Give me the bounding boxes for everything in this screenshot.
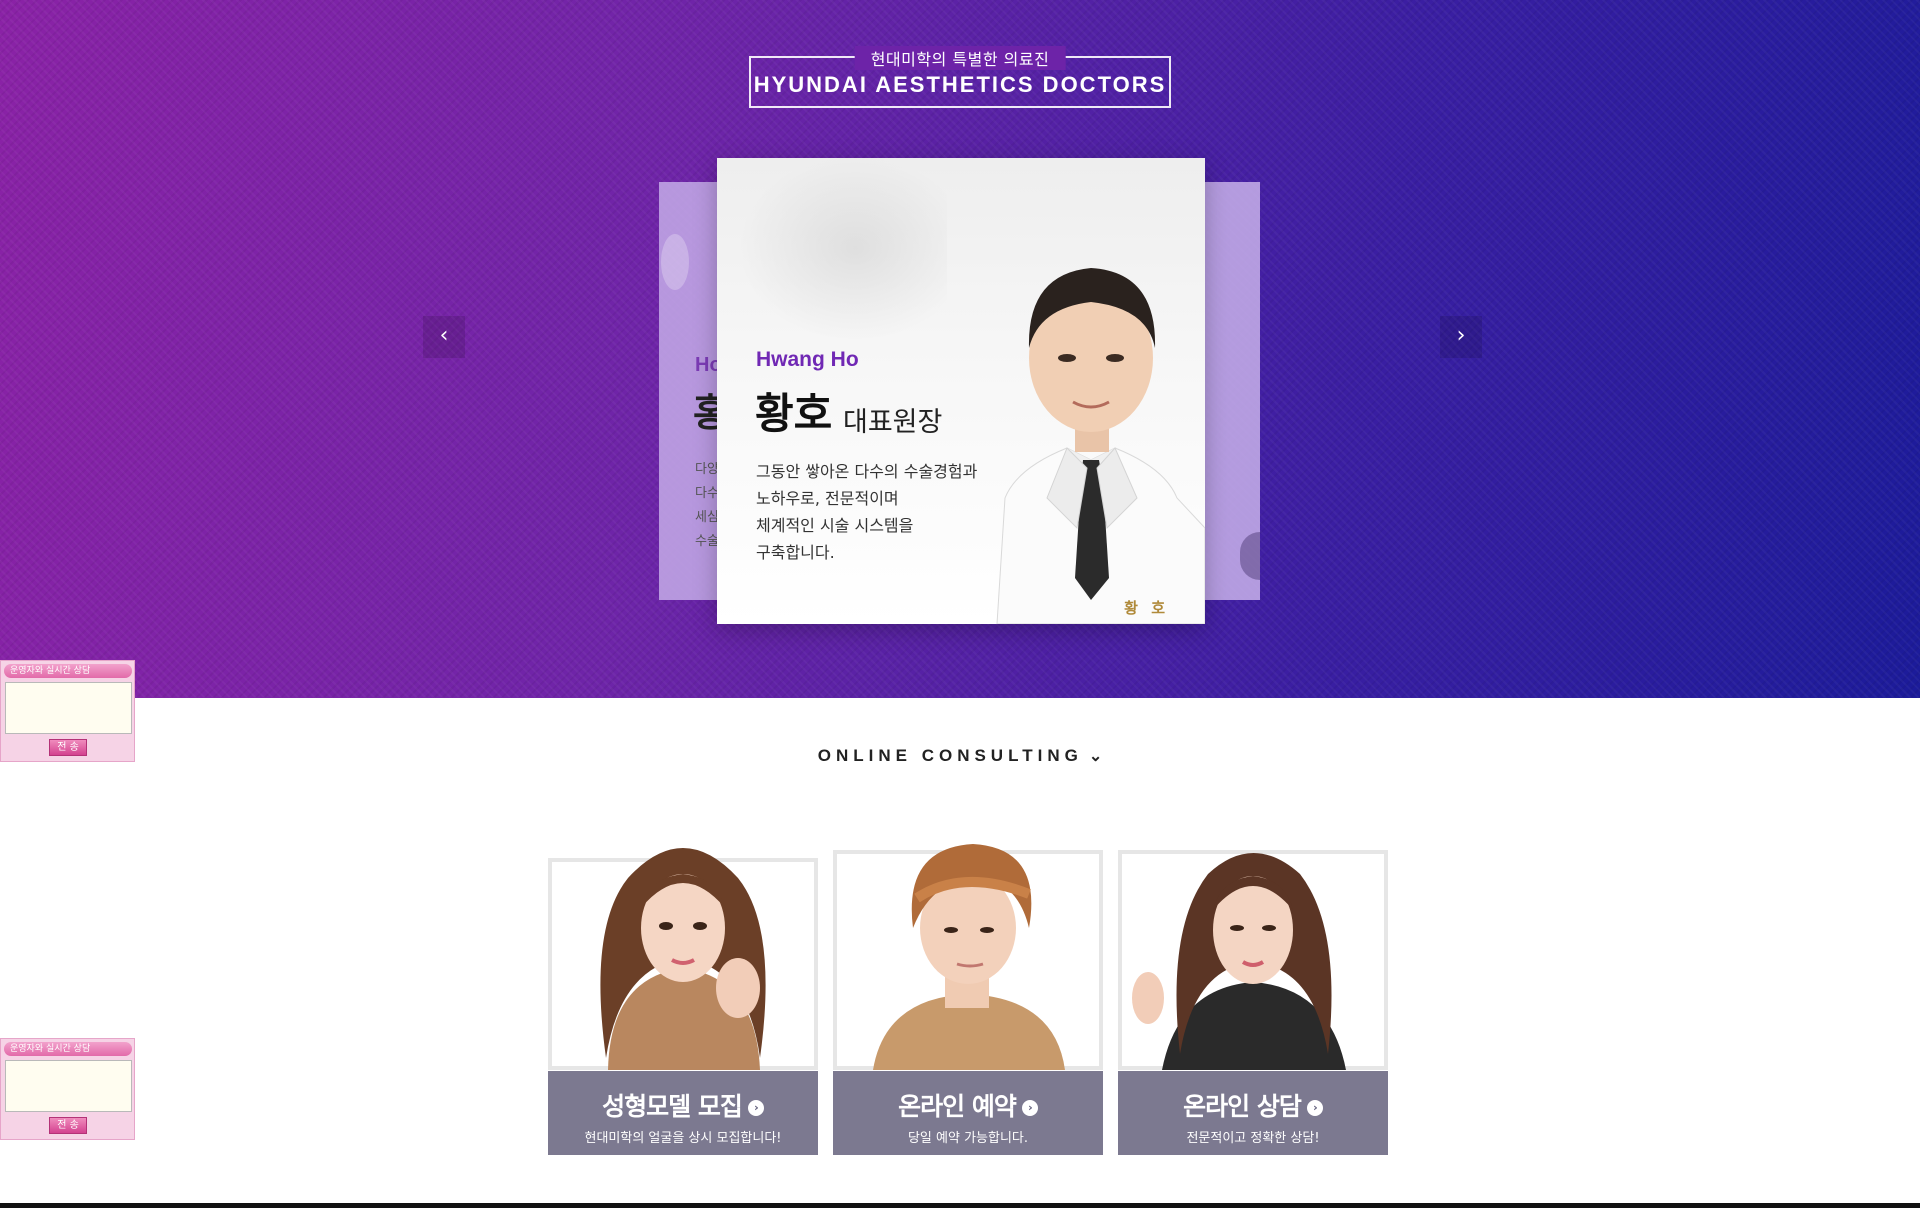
chat-send-button[interactable]: 전 송 bbox=[49, 1117, 87, 1134]
coat-name-badge: 황 호 bbox=[1124, 599, 1169, 617]
carousel-next-button[interactable]: › bbox=[1440, 316, 1482, 358]
peek-description: 다양 다수 세심 수술 bbox=[695, 458, 719, 554]
section-title-english: HYUNDAI AESTHETICS DOCTORS bbox=[753, 72, 1167, 97]
chat-message-input[interactable] bbox=[5, 1060, 132, 1112]
chevron-down-icon: ⌄ bbox=[1088, 748, 1103, 765]
card-title-text: 성형모델 모집 bbox=[602, 1092, 743, 1121]
chat-message-input[interactable] bbox=[5, 682, 132, 734]
female-model-photo bbox=[1132, 853, 1346, 1070]
model-recruit-card[interactable]: 성형모델 모집 › 현대미학의 얼굴을 상시 모집합니다! bbox=[548, 800, 818, 1155]
doctor-card-next[interactable] bbox=[1198, 182, 1260, 600]
footer-edge bbox=[0, 1203, 1920, 1208]
arrow-circle-icon: › bbox=[1306, 1100, 1323, 1116]
online-consultation-card[interactable]: 온라인 상담 › 전문적이고 정확한 상담! bbox=[1118, 800, 1388, 1155]
card-subtitle: 현대미학의 얼굴을 상시 모집합니다! bbox=[584, 1131, 782, 1146]
chevron-right-icon: › bbox=[1456, 323, 1466, 348]
online-consulting-heading: ONLINE CONSULTING ⌄ bbox=[0, 746, 1920, 766]
doctor-role: 대표원장 bbox=[843, 407, 943, 438]
card-label: 성형모델 모집 › 현대미학의 얼굴을 상시 모집합니다! bbox=[548, 1071, 818, 1155]
consulting-cards: 성형모델 모집 › 현대미학의 얼굴을 상시 모집합니다! 온라인 예약 › 당일 … bbox=[548, 800, 1388, 1155]
doctor-description-line: 노하우로, 전문적이며 bbox=[756, 489, 899, 508]
card-subtitle: 전문적이고 정확한 상담! bbox=[1186, 1131, 1320, 1146]
online-consulting-title: ONLINE CONSULTING bbox=[817, 746, 1083, 765]
ghost-photo bbox=[661, 234, 689, 290]
card-subtitle: 당일 예약 가능합니다. bbox=[907, 1131, 1029, 1146]
doctor-description-line: 구축합니다. bbox=[756, 543, 835, 562]
chat-widget-title: 운영자와 실시간 상담 bbox=[4, 664, 132, 678]
doctor-name-korean: 황호 bbox=[755, 389, 833, 438]
chevron-left-icon: ‹ bbox=[439, 323, 449, 348]
peek-photo-edge bbox=[1240, 532, 1260, 580]
background-surgery-photo bbox=[717, 158, 947, 358]
doctor-description-line: 체계적인 시술 시스템을 bbox=[756, 516, 914, 535]
card-title-text: 온라인 예약 bbox=[898, 1092, 1017, 1121]
peek-line: 세심 bbox=[695, 510, 719, 525]
section-title-korean: 현대미학의 특별한 의료진 bbox=[854, 46, 1066, 70]
card-title-text: 온라인 상담 bbox=[1183, 1092, 1302, 1121]
carousel-prev-button[interactable]: ‹ bbox=[423, 316, 465, 358]
peek-line: 다수 bbox=[695, 486, 719, 501]
male-model-photo bbox=[873, 844, 1065, 1070]
peek-line: 수술 bbox=[695, 534, 719, 549]
live-chat-widget: 운영자와 실시간 상담 전 송 bbox=[0, 1038, 135, 1140]
doctor-description-line: 그동안 쌓아온 다수의 수술경험과 bbox=[756, 462, 978, 481]
page: 현대미학의 특별한 의료진 HYUNDAI AESTHETICS DOCTORS… bbox=[0, 0, 1920, 1208]
chat-widget-title: 운영자와 실시간 상담 bbox=[4, 1042, 132, 1056]
card-label: 온라인 상담 › 전문적이고 정확한 상담! bbox=[1118, 1071, 1388, 1155]
doctors-hero: 현대미학의 특별한 의료진 HYUNDAI AESTHETICS DOCTORS… bbox=[0, 0, 1920, 698]
peek-line: 다양 bbox=[695, 462, 719, 477]
doctor-card-active[interactable]: Hwang Ho 황호 대표원장 그동안 쌓아온 다수의 수술경험과 노하우로,… bbox=[717, 158, 1205, 624]
card-label: 온라인 예약 › 당일 예약 가능합니다. bbox=[833, 1071, 1103, 1155]
doctor-description: 그동안 쌓아온 다수의 수술경험과 노하우로, 전문적이며 체계적인 시술 시스… bbox=[756, 458, 977, 566]
doctor-portrait bbox=[996, 268, 1205, 624]
section-title-box: 현대미학의 특별한 의료진 HYUNDAI AESTHETICS DOCTORS bbox=[749, 46, 1171, 108]
online-reservation-card[interactable]: 온라인 예약 › 당일 예약 가능합니다. bbox=[833, 800, 1103, 1155]
card-title: 성형모델 모집 › bbox=[548, 1087, 818, 1123]
arrow-circle-icon: › bbox=[1021, 1100, 1038, 1116]
arrow-circle-icon: › bbox=[747, 1100, 764, 1116]
card-title: 온라인 예약 › bbox=[833, 1087, 1103, 1123]
card-title: 온라인 상담 › bbox=[1118, 1087, 1388, 1123]
female-model-photo bbox=[600, 848, 766, 1070]
doctor-name-english: Hwang Ho bbox=[756, 348, 859, 371]
